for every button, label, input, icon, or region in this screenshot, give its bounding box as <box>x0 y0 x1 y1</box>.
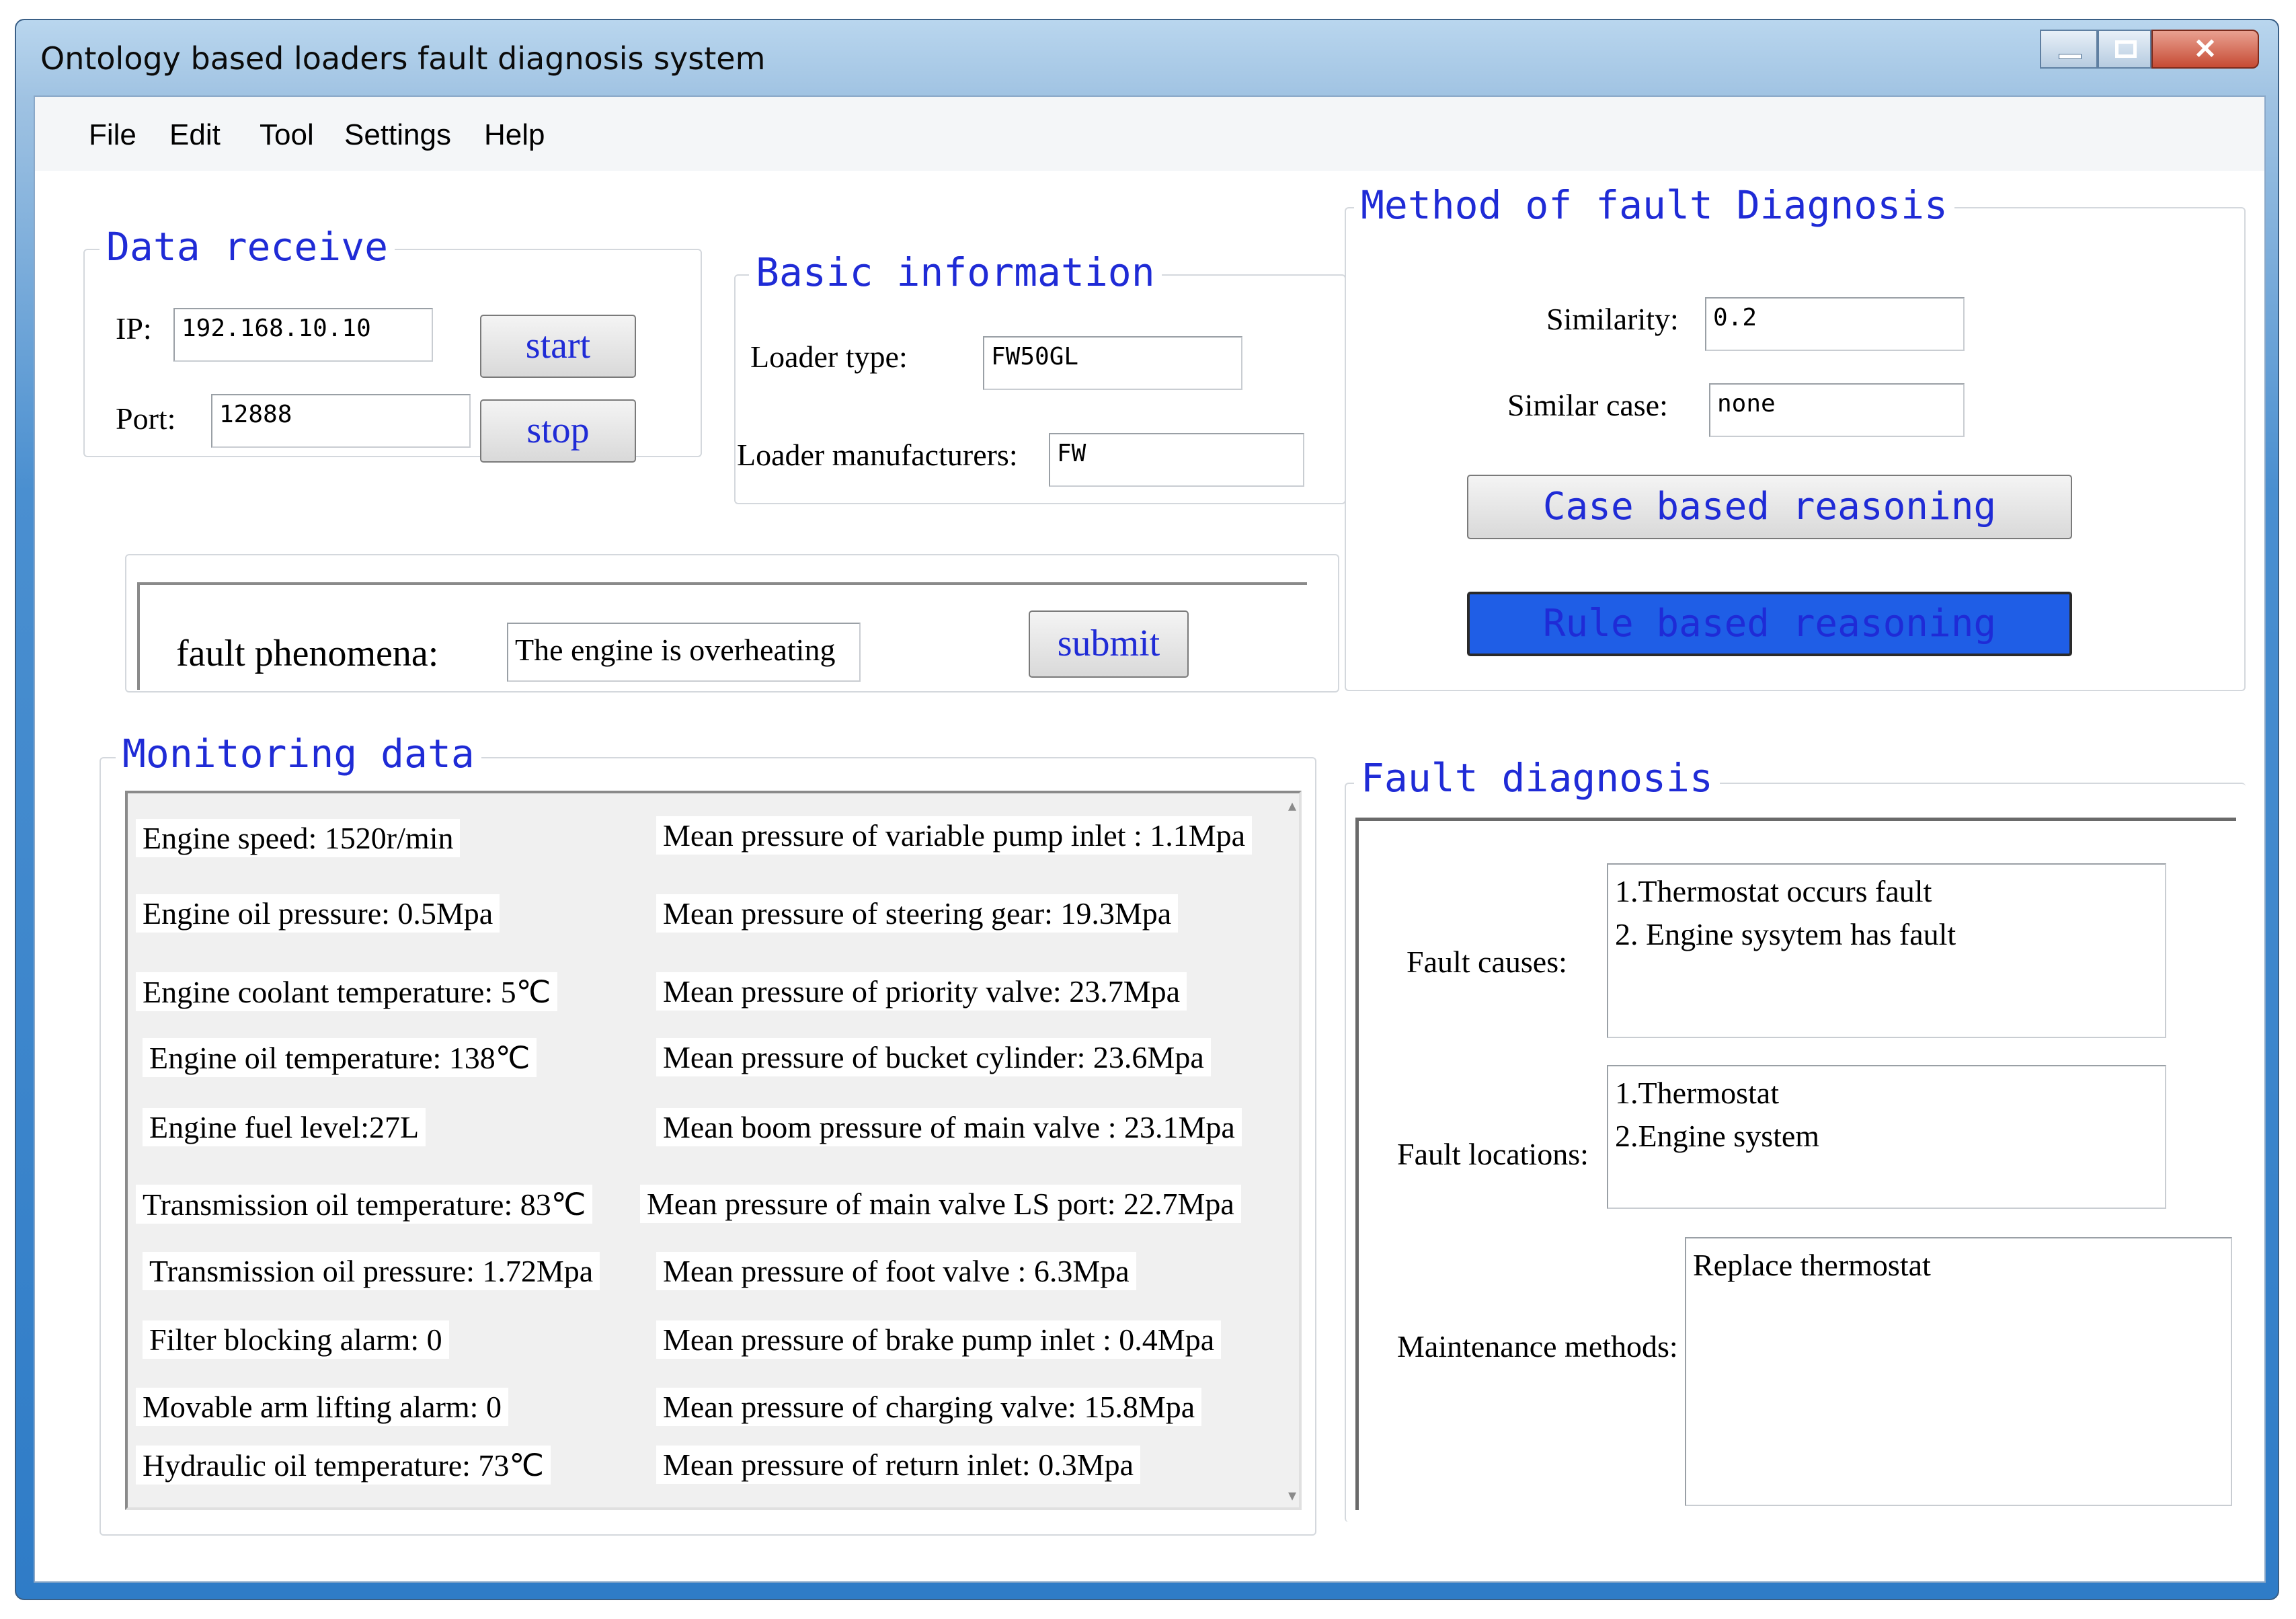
window-controls: ✕ <box>2040 30 2268 70</box>
monitor-left-item: Transmission oil temperature: 83℃ <box>136 1185 593 1224</box>
ip-label: IP: <box>116 311 152 346</box>
menu-edit[interactable]: Edit <box>169 118 221 152</box>
port-input[interactable]: 12888 <box>211 394 471 448</box>
title-bar: Ontology based loaders fault diagnosis s… <box>16 20 2278 94</box>
monitor-right-item: Mean pressure of variable pump inlet : 1… <box>656 816 1253 855</box>
fault-causes-label: Fault causes: <box>1407 945 1567 979</box>
similar-case-input[interactable]: none <box>1709 383 1965 437</box>
fault-cause-line: 2. Engine sysytem has fault <box>1615 917 1956 951</box>
menu-tool[interactable]: Tool <box>260 118 314 152</box>
monitor-right-item: Mean pressure of steering gear: 19.3Mpa <box>656 894 1179 933</box>
loader-type-input[interactable]: FW50GL <box>983 336 1242 390</box>
minimize-icon <box>2059 54 2082 59</box>
maintenance-methods-label: Maintenance methods: <box>1397 1329 1678 1364</box>
submit-button[interactable]: submit <box>1029 610 1189 678</box>
monitor-right-item: Mean pressure of foot valve : 6.3Mpa <box>656 1252 1136 1290</box>
monitor-right-item: Mean pressure of brake pump inlet : 0.4M… <box>656 1320 1222 1359</box>
basic-information-legend: Basic information <box>749 253 1162 292</box>
menu-settings[interactable]: Settings <box>344 118 451 152</box>
monitor-left-item: Filter blocking alarm: 0 <box>143 1320 449 1359</box>
rule-based-reasoning-button[interactable]: Rule based reasoning <box>1467 592 2072 656</box>
monitor-left-item: Engine speed: 1520r/min <box>136 819 461 857</box>
maximize-icon <box>2115 40 2137 58</box>
loader-type-label: Loader type: <box>750 340 908 374</box>
monitor-right-item: Mean pressure of bucket cylinder: 23.6Mp… <box>656 1038 1211 1076</box>
method-legend: Method of fault Diagnosis <box>1354 186 1954 225</box>
client-area: File Edit Tool Settings Help Data receiv… <box>34 95 2266 1583</box>
ip-input[interactable]: 192.168.10.10 <box>173 308 433 362</box>
monitor-left-item: Engine oil pressure: 0.5Mpa <box>136 894 500 933</box>
fault-causes-box[interactable]: 1.Thermostat occurs fault 2. Engine sysy… <box>1607 863 2166 1038</box>
fault-locations-box[interactable]: 1.Thermostat 2.Engine system <box>1607 1065 2166 1209</box>
case-based-reasoning-button[interactable]: Case based reasoning <box>1467 475 2072 539</box>
stop-button[interactable]: stop <box>480 399 636 463</box>
scroll-down-icon[interactable]: ▾ <box>1288 1486 1296 1505</box>
app-window: Ontology based loaders fault diagnosis s… <box>15 19 2279 1600</box>
monitor-right-item: Mean boom pressure of main valve : 23.1M… <box>656 1108 1242 1146</box>
scroll-up-icon[interactable]: ▴ <box>1288 796 1296 815</box>
fault-phenomena-label: fault phenomena: <box>176 633 439 674</box>
maintenance-line: Replace thermostat <box>1693 1248 1931 1282</box>
monitor-left-item: Movable arm lifting alarm: 0 <box>136 1388 508 1426</box>
window-title: Ontology based loaders fault diagnosis s… <box>40 40 766 77</box>
similar-case-label: Similar case: <box>1507 388 1668 422</box>
monitor-left-item: Engine coolant temperature: 5℃ <box>136 972 558 1011</box>
fault-locations-label: Fault locations: <box>1397 1137 1589 1171</box>
monitor-left-item: Hydraulic oil temperature: 73℃ <box>136 1446 551 1485</box>
monitor-right-item: Mean pressure of charging valve: 15.8Mpa <box>656 1388 1202 1426</box>
monitor-left-item: Engine fuel level:27L <box>143 1108 426 1146</box>
minimize-button[interactable] <box>2040 30 2098 69</box>
fault-location-line: 1.Thermostat <box>1615 1076 1779 1110</box>
maximize-button[interactable] <box>2098 30 2151 69</box>
similarity-input[interactable]: 0.2 <box>1705 297 1965 351</box>
port-label: Port: <box>116 401 176 436</box>
fault-location-line: 2.Engine system <box>1615 1119 1820 1153</box>
start-button[interactable]: start <box>480 315 636 378</box>
menu-bar: File Edit Tool Settings Help <box>35 97 2264 171</box>
monitor-left-item: Transmission oil pressure: 1.72Mpa <box>143 1252 600 1290</box>
menu-file[interactable]: File <box>89 118 136 152</box>
menu-help[interactable]: Help <box>484 118 545 152</box>
loader-manufacturers-input[interactable]: FW <box>1049 433 1304 487</box>
fault-cause-line: 1.Thermostat occurs fault <box>1615 874 1932 908</box>
similarity-label: Similarity: <box>1546 302 1679 336</box>
monitor-right-item: Mean pressure of main valve LS port: 22.… <box>640 1185 1241 1223</box>
monitoring-data-legend: Monitoring data <box>116 734 481 773</box>
monitor-right-item: Mean pressure of priority valve: 23.7Mpa <box>656 972 1187 1011</box>
data-receive-legend: Data receive <box>100 227 395 266</box>
monitoring-panel: ▴ ▾ Engine speed: 1520r/min Engine oil p… <box>125 791 1302 1510</box>
monitor-right-item: Mean pressure of return inlet: 0.3Mpa <box>656 1446 1141 1484</box>
fault-phenomena-input[interactable]: The engine is overheating <box>507 623 861 682</box>
monitor-left-item: Engine oil temperature: 138℃ <box>143 1038 537 1077</box>
loader-manufacturers-label: Loader manufacturers: <box>737 438 1018 472</box>
close-button[interactable]: ✕ <box>2151 30 2259 69</box>
fault-diagnosis-legend: Fault diagnosis <box>1354 758 1720 797</box>
maintenance-methods-box[interactable]: Replace thermostat <box>1685 1237 2232 1506</box>
close-icon: ✕ <box>2193 34 2217 65</box>
